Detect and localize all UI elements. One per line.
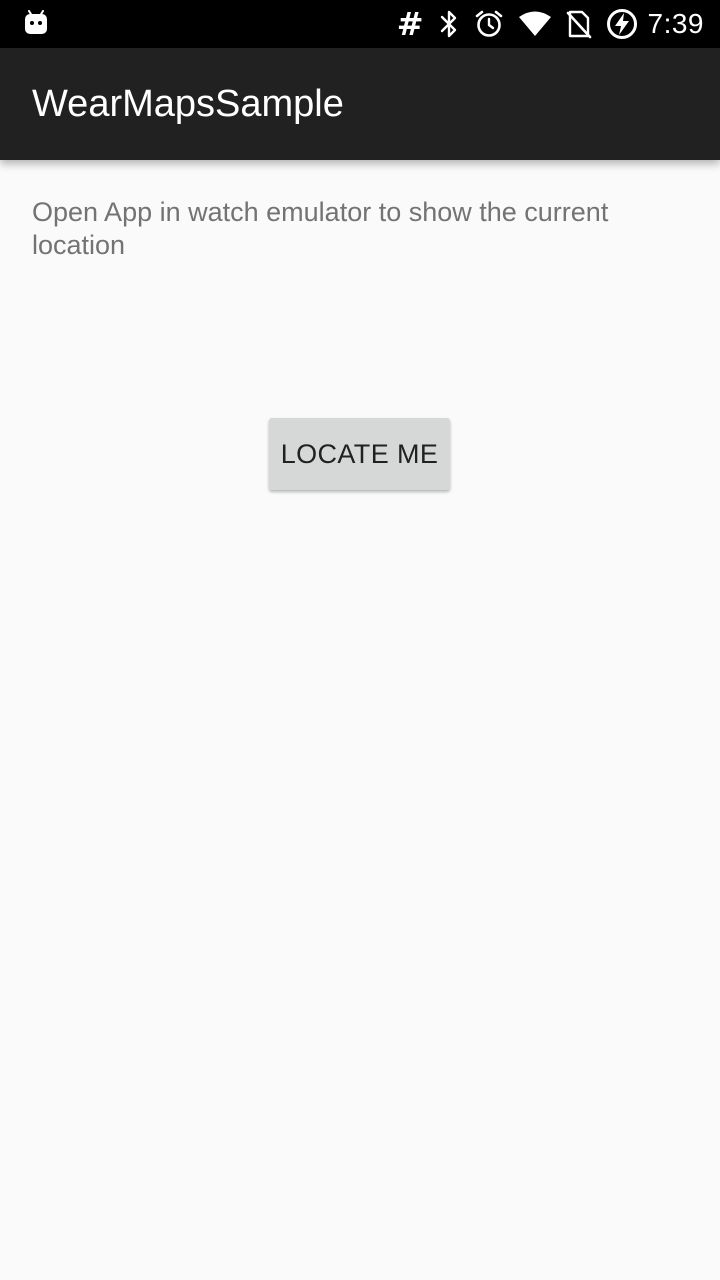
bluetooth-icon <box>438 9 460 39</box>
alarm-icon <box>474 9 504 39</box>
status-bar: # 7:39 <box>0 0 720 48</box>
instruction-text: Open App in watch emulator to show the c… <box>32 197 609 260</box>
battery-charging-icon <box>606 8 638 40</box>
wifi-icon <box>518 11 552 37</box>
no-sim-icon <box>566 9 592 39</box>
main-content: Open App in watch emulator to show the c… <box>0 160 720 1280</box>
status-icons: # 7:39 <box>383 0 704 48</box>
app-bar: WearMapsSample <box>0 48 720 160</box>
hash-icon: # <box>396 5 424 43</box>
locate-me-button[interactable]: LOCATE ME <box>269 418 450 490</box>
android-notification-icon <box>24 10 48 36</box>
clock-time: 7:39 <box>647 8 704 39</box>
app-title: WearMapsSample <box>32 83 344 125</box>
